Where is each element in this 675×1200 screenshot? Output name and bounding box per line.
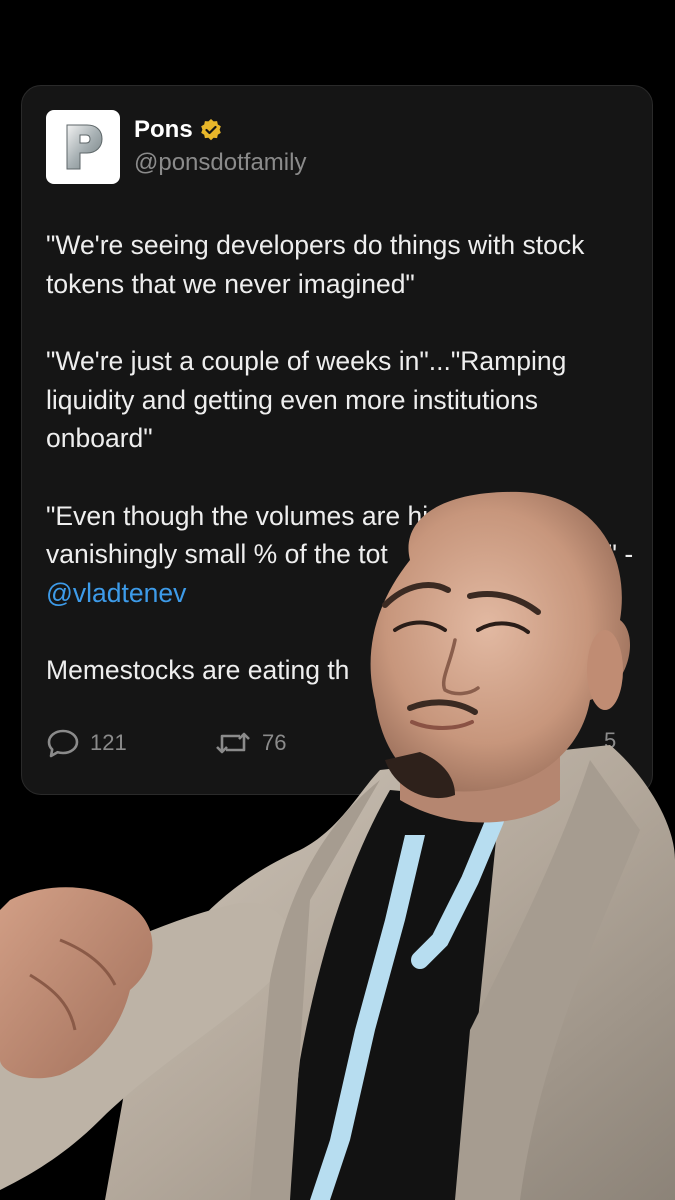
person-overlay-image (0, 491, 675, 1200)
